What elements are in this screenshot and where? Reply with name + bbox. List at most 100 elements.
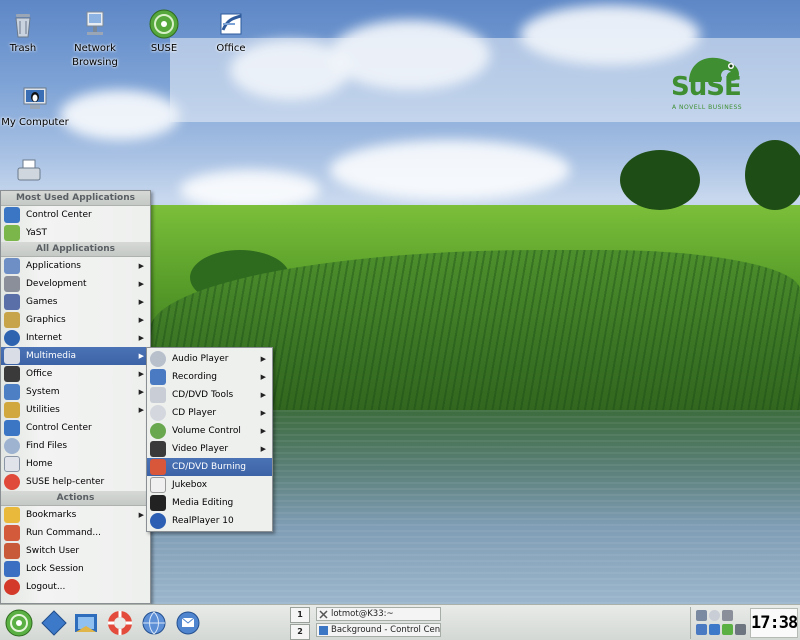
logout-icon bbox=[4, 579, 20, 595]
menu-item-utilities[interactable]: Utilities ▶ bbox=[1, 401, 150, 419]
menu-item-label: Volume Control bbox=[172, 426, 241, 436]
menu-item-logout[interactable]: Logout... bbox=[1, 578, 150, 596]
updater-tray-icon[interactable] bbox=[696, 624, 707, 635]
browser-launcher[interactable] bbox=[138, 608, 170, 638]
desktop-icon-my-computer[interactable]: My Computer bbox=[0, 82, 70, 130]
menu-item-applications[interactable]: Applications ▶ bbox=[1, 257, 150, 275]
applications-icon bbox=[4, 258, 20, 274]
menu-item-label: Applications bbox=[26, 261, 81, 271]
submenu-arrow-icon: ▶ bbox=[260, 409, 266, 417]
menu-item-label: CD/DVD Tools bbox=[172, 390, 234, 400]
taskbar-task-control-center[interactable]: Background - Control Cent bbox=[316, 623, 441, 637]
menu-item-control-center-2[interactable]: Control Center bbox=[1, 419, 150, 437]
home-launcher[interactable] bbox=[70, 608, 102, 638]
cloud bbox=[60, 90, 180, 140]
submenu-item-cd-player[interactable]: CD Player ▶ bbox=[147, 404, 272, 422]
control-center-icon bbox=[4, 420, 20, 436]
k-menu: Most Used Applications Control Center Ya… bbox=[0, 190, 151, 604]
menu-item-home[interactable]: Home bbox=[1, 455, 150, 473]
submenu-arrow-icon: ▶ bbox=[138, 388, 144, 396]
menu-item-label: Graphics bbox=[26, 315, 66, 325]
menu-item-label: Multimedia bbox=[26, 351, 77, 361]
menu-item-label: CD/DVD Burning bbox=[172, 462, 247, 472]
volume-icon bbox=[150, 423, 166, 439]
menu-item-system[interactable]: System ▶ bbox=[1, 383, 150, 401]
blue-desktop-icon bbox=[41, 610, 67, 636]
submenu-arrow-icon: ▶ bbox=[138, 262, 144, 270]
menu-item-development[interactable]: Development ▶ bbox=[1, 275, 150, 293]
desktop-icon-printer[interactable] bbox=[0, 156, 64, 190]
submenu-item-video-player[interactable]: Video Player ▶ bbox=[147, 440, 272, 458]
klipper-tray-icon[interactable] bbox=[709, 610, 720, 621]
menu-section-header: All Applications bbox=[1, 242, 150, 257]
menu-item-control-center[interactable]: Control Center bbox=[1, 206, 150, 224]
submenu-item-volume-control[interactable]: Volume Control ▶ bbox=[147, 422, 272, 440]
control-center-icon bbox=[319, 626, 328, 635]
suse-watcher-tray-icon[interactable] bbox=[722, 624, 733, 635]
desktop-icon-suse[interactable]: SUSE bbox=[129, 8, 199, 56]
desktop-icon-office[interactable]: Office bbox=[196, 8, 266, 56]
submenu-arrow-icon: ▶ bbox=[260, 445, 266, 453]
menu-item-label: Utilities bbox=[26, 405, 60, 415]
terminal-icon bbox=[319, 610, 328, 619]
menu-item-lock-session[interactable]: Lock Session bbox=[1, 560, 150, 578]
taskbar-task-terminal[interactable]: lotmot@K33:~ bbox=[316, 607, 441, 621]
suse-icon bbox=[148, 8, 180, 40]
desktop-switcher-2[interactable]: 2 bbox=[290, 624, 310, 640]
submenu-item-realplayer[interactable]: RealPlayer 10 bbox=[147, 512, 272, 530]
menu-item-yast[interactable]: YaST bbox=[1, 224, 150, 242]
menu-item-label: Home bbox=[26, 459, 53, 469]
submenu-item-cd-dvd-tools[interactable]: CD/DVD Tools ▶ bbox=[147, 386, 272, 404]
suse-wordmark: SuSE bbox=[671, 72, 742, 102]
submenu-arrow-icon: ▶ bbox=[138, 511, 144, 519]
network-tray-icon[interactable] bbox=[696, 610, 707, 621]
utilities-icon bbox=[4, 402, 20, 418]
submenu-item-recording[interactable]: Recording ▶ bbox=[147, 368, 272, 386]
submenu-arrow-icon: ▶ bbox=[260, 391, 266, 399]
menu-item-internet[interactable]: Internet ▶ bbox=[1, 329, 150, 347]
monitor-tray-icon[interactable] bbox=[735, 624, 746, 635]
menu-item-label: Control Center bbox=[26, 423, 92, 433]
menu-item-graphics[interactable]: Graphics ▶ bbox=[1, 311, 150, 329]
submenu-item-audio-player[interactable]: Audio Player ▶ bbox=[147, 350, 272, 368]
submenu-item-jukebox[interactable]: Jukebox bbox=[147, 476, 272, 494]
find-files-icon bbox=[4, 438, 20, 454]
menu-item-multimedia[interactable]: Multimedia ▶ bbox=[1, 347, 150, 365]
menu-item-label: Find Files bbox=[26, 441, 68, 451]
menu-item-label: Bookmarks bbox=[26, 510, 77, 520]
volume-tray-icon[interactable] bbox=[722, 610, 733, 621]
mail-launcher[interactable] bbox=[172, 608, 204, 638]
yast-icon bbox=[4, 225, 20, 241]
menu-item-label: Logout... bbox=[26, 582, 66, 592]
desktop-icon-trash[interactable]: Trash bbox=[0, 8, 58, 56]
k-menu-button[interactable] bbox=[3, 608, 35, 638]
menu-item-help-center[interactable]: SUSE help-center bbox=[1, 473, 150, 491]
suse-tagline: A NOVELL BUSINESS bbox=[672, 104, 743, 111]
help-launcher[interactable] bbox=[104, 608, 136, 638]
menu-item-run-command[interactable]: Run Command... bbox=[1, 524, 150, 542]
desktop-icon-label: Trash bbox=[9, 43, 37, 54]
menu-item-label: RealPlayer 10 bbox=[172, 516, 234, 526]
menu-item-find-files[interactable]: Find Files bbox=[1, 437, 150, 455]
menu-item-bookmarks[interactable]: Bookmarks ▶ bbox=[1, 506, 150, 524]
menu-item-label: Office bbox=[26, 369, 53, 379]
taskbar-clock[interactable]: 17:38 bbox=[750, 608, 798, 638]
suse-logo: SuSE A NOVELL BUSINESS bbox=[665, 48, 755, 118]
menu-section-header: Most Used Applications bbox=[1, 191, 150, 206]
submenu-item-media-editing[interactable]: Media Editing bbox=[147, 494, 272, 512]
menu-item-label: SUSE help-center bbox=[26, 477, 105, 487]
menu-item-label: Switch User bbox=[26, 546, 80, 556]
desktop-icon-network-browsing[interactable]: Network Browsing bbox=[60, 8, 130, 70]
menu-item-switch-user[interactable]: Switch User bbox=[1, 542, 150, 560]
menu-item-office[interactable]: Office ▶ bbox=[1, 365, 150, 383]
menu-item-label: Games bbox=[26, 297, 58, 307]
suse-start-icon bbox=[5, 609, 33, 637]
display-tray-icon[interactable] bbox=[709, 624, 720, 635]
desktop-switcher-1[interactable]: 1 bbox=[290, 607, 310, 623]
submenu-arrow-icon: ▶ bbox=[138, 280, 144, 288]
cd-player-icon bbox=[150, 405, 166, 421]
menu-item-label: Development bbox=[26, 279, 87, 289]
submenu-item-cd-dvd-burning[interactable]: CD/DVD Burning bbox=[147, 458, 272, 476]
menu-item-games[interactable]: Games ▶ bbox=[1, 293, 150, 311]
desktop-launcher[interactable] bbox=[38, 608, 70, 638]
